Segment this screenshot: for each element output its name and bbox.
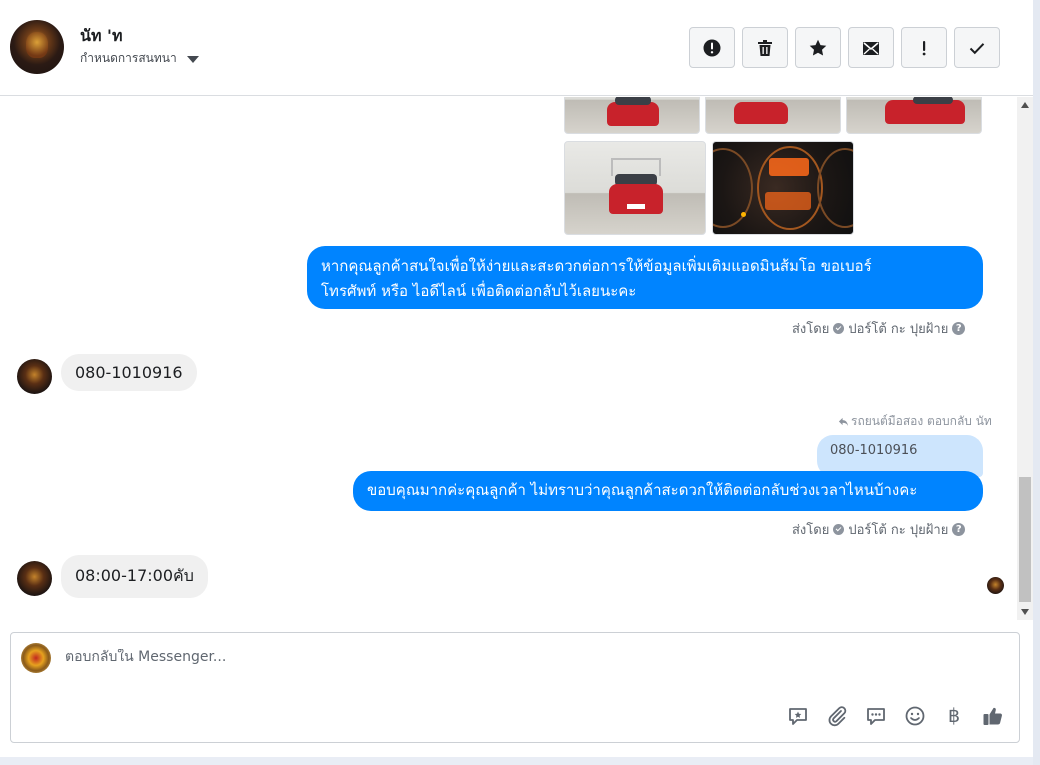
conversation-toolbar	[689, 27, 1000, 68]
contact-name[interactable]: นัท 'ท	[80, 24, 123, 49]
exclamation-circle-icon	[703, 39, 721, 56]
thumbs-up-button[interactable]	[982, 705, 1004, 727]
emoji-button[interactable]	[904, 705, 926, 727]
sent-by-info: ส่งโดย ปอร์โต้ กะ ปุยฝ้าย ?	[792, 318, 966, 339]
verified-check-icon	[833, 524, 845, 535]
car-photo-4[interactable]	[564, 141, 706, 235]
contact-avatar[interactable]	[10, 20, 64, 74]
conversation-settings-label: กำหนดการสนทนา	[80, 51, 177, 65]
thread-scrollbar[interactable]	[1017, 97, 1033, 620]
message-text-line: หากคุณลูกค้าสนใจเพื่อให้ง่ายและสะดวกต่อก…	[321, 257, 872, 275]
sent-by-label: ส่งโดย	[792, 523, 830, 538]
trash-icon	[758, 39, 772, 56]
sender-name[interactable]: ปอร์โต้ กะ ปุยฝ้าย	[848, 318, 948, 339]
chat-icon	[867, 708, 885, 725]
chat-button[interactable]	[865, 705, 887, 727]
scroll-down-icon[interactable]	[1021, 609, 1029, 615]
reply-note: รถยนต์มือสอง ตอบกลับ นัท	[838, 412, 992, 431]
reply-arrow-icon	[838, 417, 849, 427]
car-photo-1[interactable]	[564, 97, 700, 134]
reply-composer: ฿	[10, 632, 1020, 743]
reply-note-text: รถยนต์มือสอง ตอบกลับ นัท	[851, 414, 992, 428]
scroll-up-icon[interactable]	[1021, 102, 1029, 108]
thumbs-up-icon	[983, 707, 1002, 725]
star-icon	[809, 39, 827, 55]
verified-check-icon	[833, 323, 845, 334]
seen-avatar	[987, 577, 1004, 594]
attach-button[interactable]	[826, 705, 848, 727]
mark-spam-button[interactable]	[689, 27, 735, 68]
incoming-message[interactable]: 08:00-17:00คับ	[61, 555, 208, 598]
saved-reply-button[interactable]	[787, 705, 809, 727]
odometer-photo[interactable]	[712, 141, 854, 235]
car-photo-3[interactable]	[846, 97, 982, 134]
incoming-message[interactable]: 080-1010916	[61, 354, 197, 391]
caret-down-icon	[186, 56, 199, 63]
page-avatar	[21, 643, 51, 673]
help-icon[interactable]: ?	[952, 322, 966, 335]
help-icon[interactable]: ?	[952, 523, 966, 536]
message-thread[interactable]: หากคุณลูกค้าสนใจเพื่อให้ง่ายและสะดวกต่อก…	[0, 97, 1017, 620]
composer-tools: ฿	[787, 705, 1004, 727]
conversation-header: นัท 'ท กำหนดการสนทนา	[0, 0, 1033, 96]
flag-button[interactable]	[901, 27, 947, 68]
outgoing-message[interactable]: ขอบคุณมากค่ะคุณลูกค้า ไม่ทราบว่าคุณลูกค้…	[353, 471, 983, 511]
delete-button[interactable]	[742, 27, 788, 68]
emoji-icon	[905, 706, 925, 726]
scroll-thumb[interactable]	[1019, 477, 1031, 602]
sent-by-info: ส่งโดย ปอร์โต้ กะ ปุยฝ้าย ?	[792, 519, 966, 540]
attachment-icon	[828, 706, 847, 727]
sender-name[interactable]: ปอร์โต้ กะ ปุยฝ้าย	[848, 519, 948, 540]
checkmark-icon	[969, 42, 985, 54]
car-photo-2[interactable]	[705, 97, 841, 134]
sent-by-label: ส่งโดย	[792, 322, 830, 337]
outgoing-message[interactable]: หากคุณลูกค้าสนใจเพื่อให้ง่ายและสะดวกต่อก…	[307, 246, 983, 309]
saved-reply-icon	[789, 708, 807, 725]
messenger-inbox: นัท 'ท กำหนดการสนทนา หากคุณลูกค้าสนใจเพื…	[0, 0, 1033, 757]
contact-avatar[interactable]	[17, 561, 52, 596]
done-button[interactable]	[954, 27, 1000, 68]
exclamation-icon	[922, 40, 926, 55]
window-edge	[1033, 0, 1040, 765]
message-text-line: โทรศัพท์ หรือ ไอดีไลน์ เพื่อติดต่อกลับไว…	[321, 282, 637, 300]
contact-avatar[interactable]	[17, 359, 52, 394]
payment-button[interactable]: ฿	[943, 705, 965, 727]
mark-unread-button[interactable]	[848, 27, 894, 68]
envelope-icon	[863, 41, 879, 55]
reply-input[interactable]	[65, 649, 665, 665]
star-button[interactable]	[795, 27, 841, 68]
baht-icon: ฿	[947, 705, 961, 727]
conversation-settings-dropdown[interactable]: กำหนดการสนทนา	[80, 49, 199, 68]
